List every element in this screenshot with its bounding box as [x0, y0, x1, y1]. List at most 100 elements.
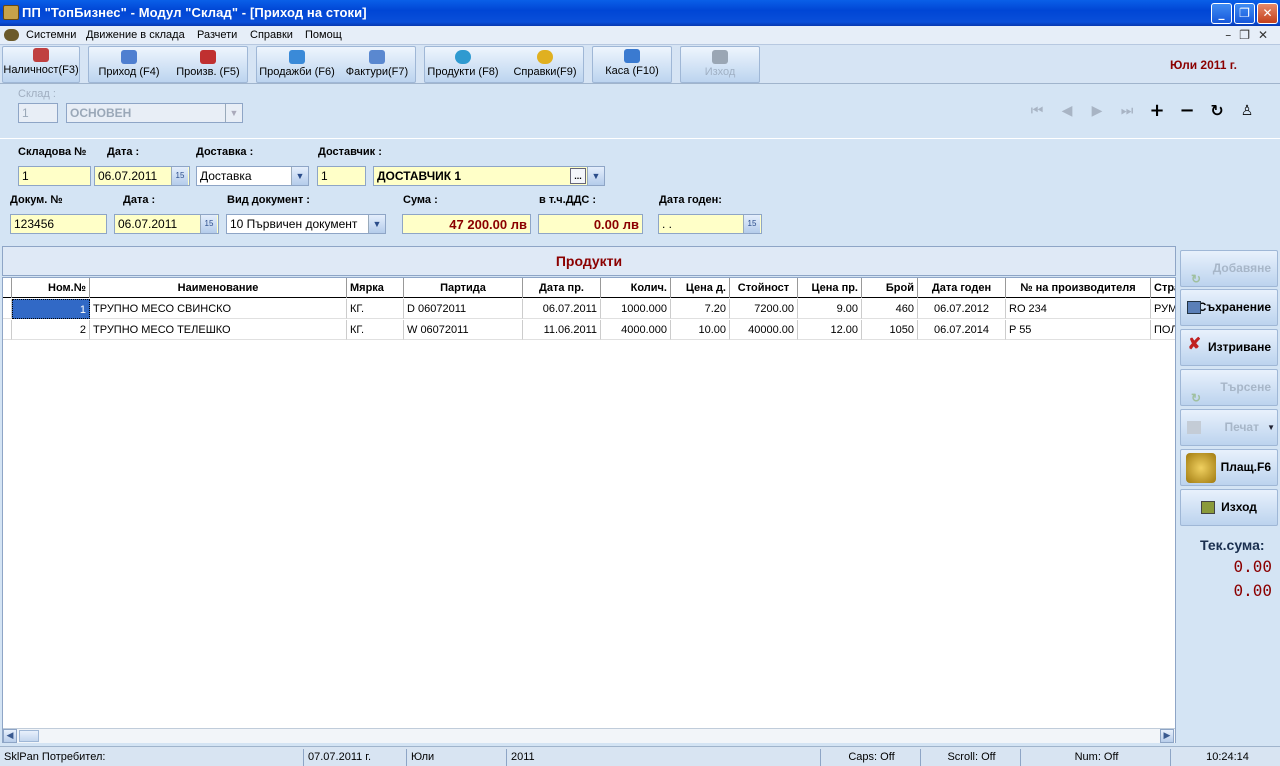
production-button[interactable]: Произв. (F5)	[175, 49, 241, 84]
column-header[interactable]: № на производителя	[1006, 278, 1151, 298]
row-indicator[interactable]	[3, 299, 12, 319]
menu-help[interactable]: Помощ	[305, 29, 342, 41]
chevron-down-icon[interactable]: ▼	[1267, 410, 1275, 445]
sum-field[interactable]: 47 200.00 лв	[402, 214, 531, 234]
calendar-icon[interactable]: 15	[200, 215, 217, 233]
column-header[interactable]: Цена пр.	[798, 278, 862, 298]
print-button[interactable]: Печат ▼	[1180, 409, 1278, 446]
table-cell[interactable]: РУМЪ	[1151, 299, 1175, 319]
refresh-icon[interactable]: ↻	[1206, 103, 1228, 119]
delete-button[interactable]: ✘ Изтриване	[1180, 329, 1278, 366]
table-cell[interactable]: 2	[12, 320, 90, 340]
doc-type-select[interactable]: 10 Първичен документ ▼	[226, 214, 386, 234]
payment-button[interactable]: Плащ.F6	[1180, 449, 1278, 486]
delete-record-icon[interactable]: −	[1176, 102, 1198, 120]
table-cell[interactable]: 7.20	[671, 299, 730, 319]
table-cell[interactable]: RO 234	[1006, 299, 1151, 319]
table-cell[interactable]: ТРУПНО МЕСО СВИНСКО	[90, 299, 347, 319]
toolbar-exit-button[interactable]: Изход	[690, 49, 750, 84]
store-no-field[interactable]: 1	[18, 166, 91, 186]
mdi-window-controls[interactable]: –❐✕	[1225, 28, 1276, 42]
next-record-icon[interactable]: ▶	[1086, 103, 1108, 119]
supplier-name-field[interactable]: ДОСТАВЧИК 1 ... ▼	[373, 166, 605, 186]
scroll-thumb[interactable]	[19, 730, 39, 742]
first-record-icon[interactable]: ⏮	[1026, 103, 1048, 119]
search-button[interactable]: ↻ Търсене	[1180, 369, 1278, 406]
table-cell[interactable]: 4000.000	[601, 320, 671, 340]
table-row[interactable]: 1 ТРУПНО МЕСО СВИНСКО КГ. D 06072011 06.07.2…	[3, 299, 1175, 320]
table-cell[interactable]: 11.06.2011	[523, 320, 601, 340]
close-button[interactable]: ✕	[1257, 3, 1278, 24]
products-grid[interactable]: Ном.№ Наименование Мярка Партида Дата пр. Кол…	[2, 277, 1176, 743]
column-header[interactable]: Мярка	[347, 278, 404, 298]
menu-settlements[interactable]: Разчети	[197, 29, 237, 41]
table-row[interactable]: 2 ТРУПНО МЕСО ТЕЛЕШКО КГ. W 06072011 11.06.2…	[3, 320, 1175, 341]
table-cell[interactable]: 1	[12, 299, 90, 319]
horizontal-scrollbar[interactable]: ◀ ▶	[3, 728, 1175, 743]
table-cell[interactable]: 40000.00	[730, 320, 798, 340]
date-field[interactable]: 06.07.2011 15	[94, 166, 190, 186]
invoices-button[interactable]: Фактури(F7)	[344, 49, 410, 84]
prev-record-icon[interactable]: ◀	[1056, 103, 1078, 119]
column-header[interactable]: Стра	[1151, 278, 1175, 298]
table-cell[interactable]: 9.00	[798, 299, 862, 319]
vat-field[interactable]: 0.00 лв	[538, 214, 643, 234]
exit-button[interactable]: Изход	[1180, 489, 1278, 526]
table-cell[interactable]: 7200.00	[730, 299, 798, 319]
add-record-icon[interactable]: +	[1146, 102, 1168, 120]
restore-button[interactable]: ❐	[1234, 3, 1255, 24]
table-cell[interactable]: 12.00	[798, 320, 862, 340]
cash-button[interactable]: Каса (F10)	[600, 48, 664, 83]
table-cell[interactable]: P 55	[1006, 320, 1151, 340]
table-cell[interactable]: 460	[862, 299, 918, 319]
calendar-icon[interactable]: 15	[743, 215, 760, 233]
table-cell[interactable]: КГ.	[347, 299, 404, 319]
table-cell[interactable]: 1000.000	[601, 299, 671, 319]
column-header[interactable]: Стойност	[730, 278, 798, 298]
products-button[interactable]: Продукти (F8)	[426, 49, 500, 84]
warehouse-name-select[interactable]: ОСНОВЕН ▼	[66, 103, 243, 123]
column-header[interactable]: Брой	[862, 278, 918, 298]
table-cell[interactable]: W 06072011	[404, 320, 523, 340]
table-cell[interactable]: 10.00	[671, 320, 730, 340]
column-header[interactable]: Дата пр.	[523, 278, 601, 298]
table-cell[interactable]: 06.07.2014	[918, 320, 1006, 340]
menu-system[interactable]: Системни	[26, 29, 76, 41]
chevron-down-icon[interactable]: ▼	[291, 167, 308, 185]
add-button[interactable]: ↻ Добавяне	[1180, 250, 1278, 287]
table-cell[interactable]: КГ.	[347, 320, 404, 340]
save-button[interactable]: Съхранение	[1180, 289, 1278, 326]
warehouse-number-field[interactable]: 1	[18, 103, 58, 123]
chevron-down-icon[interactable]: ▼	[368, 215, 385, 233]
doc-date-field[interactable]: 06.07.2011 15	[114, 214, 219, 234]
availability-button[interactable]: Наличност(F3)	[3, 47, 79, 82]
column-header[interactable]: Наименование	[90, 278, 347, 298]
reports-button[interactable]: Справки(F9)	[512, 49, 578, 84]
calendar-icon[interactable]: 15	[171, 167, 188, 185]
column-header[interactable]: Дата годен	[918, 278, 1006, 298]
column-header[interactable]: Колич.	[601, 278, 671, 298]
table-cell[interactable]: D 06072011	[404, 299, 523, 319]
table-cell[interactable]: 06.07.2012	[918, 299, 1006, 319]
last-record-icon[interactable]: ⏭	[1116, 103, 1138, 119]
table-cell[interactable]: 1050	[862, 320, 918, 340]
sales-button[interactable]: Продажби (F6)	[258, 49, 336, 84]
table-cell[interactable]: ТРУПНО МЕСО ТЕЛЕШКО	[90, 320, 347, 340]
scroll-right-icon[interactable]: ▶	[1160, 729, 1174, 743]
column-header[interactable]: Цена д.	[671, 278, 730, 298]
stamp-icon[interactable]: ♙	[1236, 103, 1258, 119]
browse-icon[interactable]: ...	[570, 168, 586, 184]
column-header[interactable]: Ном.№	[12, 278, 90, 298]
chevron-down-icon[interactable]: ▼	[587, 167, 604, 185]
supplier-no-field[interactable]: 1	[317, 166, 366, 186]
column-header[interactable]: Партида	[404, 278, 523, 298]
minimize-button[interactable]: _	[1211, 3, 1232, 24]
doc-no-field[interactable]: 123456	[10, 214, 107, 234]
chevron-down-icon[interactable]: ▼	[225, 104, 242, 122]
expiry-field[interactable]: . . 15	[658, 214, 762, 234]
table-cell[interactable]: ПОЛШ	[1151, 320, 1175, 340]
menu-reports[interactable]: Справки	[250, 29, 293, 41]
table-cell[interactable]: 06.07.2011	[523, 299, 601, 319]
delivery-select[interactable]: Доставка ▼	[196, 166, 309, 186]
app-icon[interactable]	[3, 5, 19, 20]
